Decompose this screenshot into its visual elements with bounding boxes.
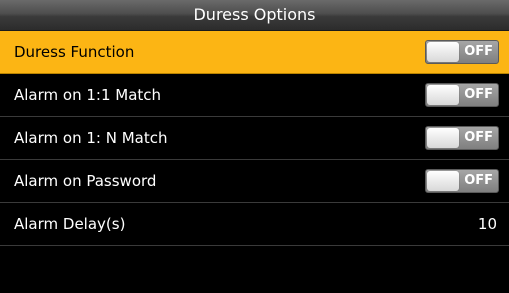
- toggle-knob: [427, 42, 459, 62]
- toggle-state: OFF: [464, 130, 493, 145]
- alarm-1-1-match-toggle[interactable]: OFF: [425, 83, 499, 107]
- alarm-delay-value: 10: [477, 215, 497, 233]
- toggle-state: OFF: [464, 44, 493, 59]
- toggle-state: OFF: [464, 87, 493, 102]
- menu-item-alarm-1-n-match[interactable]: Alarm on 1: N Match OFF: [0, 117, 509, 160]
- menu-item-label: Alarm Delay(s): [14, 215, 126, 233]
- menu-list: Duress Function OFF Alarm on 1:1 Match O…: [0, 31, 509, 246]
- toggle-knob: [427, 128, 459, 148]
- menu-item-duress-function[interactable]: Duress Function OFF: [0, 31, 509, 74]
- menu-item-label: Alarm on Password: [14, 172, 157, 190]
- menu-item-label: Alarm on 1:1 Match: [14, 86, 162, 104]
- alarm-on-password-toggle[interactable]: OFF: [425, 169, 499, 193]
- duress-function-toggle[interactable]: OFF: [425, 40, 499, 64]
- menu-item-alarm-on-password[interactable]: Alarm on Password OFF: [0, 160, 509, 203]
- toggle-knob: [427, 85, 459, 105]
- toggle-knob: [427, 171, 459, 191]
- alarm-1-n-match-toggle[interactable]: OFF: [425, 126, 499, 150]
- menu-item-label: Duress Function: [14, 43, 135, 61]
- menu-item-alarm-delay[interactable]: Alarm Delay(s) 10: [0, 203, 509, 246]
- menu-item-label: Alarm on 1: N Match: [14, 129, 168, 147]
- duress-options-screen: Duress Options Duress Function OFF Alarm…: [0, 0, 509, 293]
- page-title: Duress Options: [193, 5, 316, 24]
- title-bar: Duress Options: [0, 0, 509, 31]
- toggle-state: OFF: [464, 173, 493, 188]
- menu-item-alarm-1-1-match[interactable]: Alarm on 1:1 Match OFF: [0, 74, 509, 117]
